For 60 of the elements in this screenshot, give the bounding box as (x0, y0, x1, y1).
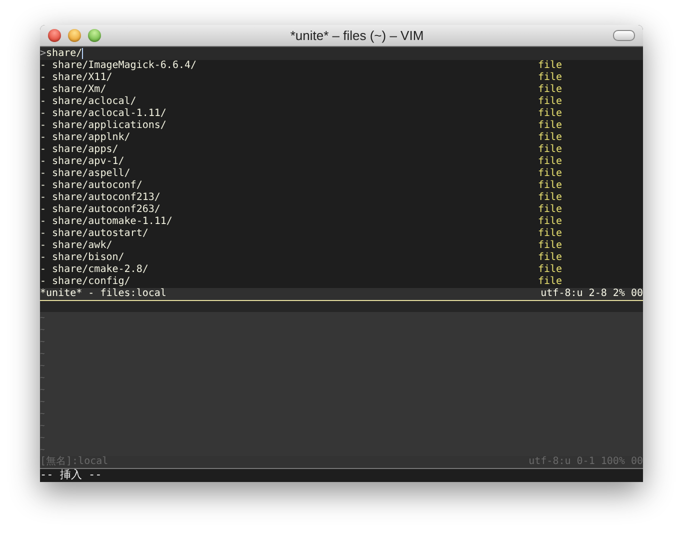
status-text: *unite* - files:local (40, 288, 166, 300)
candidate-name: - share/autoconf/ (40, 180, 144, 192)
candidate-kind: file (538, 96, 562, 108)
status-position: utf-8:u 2-8 2% 00 (540, 288, 643, 300)
prompt-input[interactable]: share/ (46, 48, 82, 60)
zoom-button[interactable] (88, 29, 101, 42)
candidate-kind: file (538, 120, 562, 132)
tilde-marker: ~ (40, 324, 46, 336)
prompt-marker: > (40, 48, 46, 60)
candidate-kind: file (538, 180, 562, 192)
candidate-name: - share/aclocal/ (40, 96, 138, 108)
tilde-marker: ~ (40, 360, 46, 372)
minimize-button[interactable] (68, 29, 81, 42)
candidate-kind: file (538, 84, 562, 96)
toolbar-toggle-button[interactable] (613, 30, 635, 41)
candidate-name: - share/ImageMagick-6.6.4/ (40, 60, 198, 72)
tilde-marker: ~ (40, 348, 46, 360)
candidate-kind: file (538, 264, 562, 276)
tilde-marker: ~ (40, 372, 46, 384)
candidate-kind: file (538, 276, 562, 288)
candidate-kind: file (538, 156, 562, 168)
candidate-name: - share/applnk/ (40, 132, 132, 144)
candidate-kind: file (538, 252, 562, 264)
candidate-name: - share/awk/ (40, 240, 114, 252)
candidate-kind: file (538, 168, 562, 180)
candidate-kind: file (538, 240, 562, 252)
candidate-name: - share/apv-1/ (40, 156, 126, 168)
candidate-name: - share/aspell/ (40, 168, 132, 180)
candidate-name: - share/X11/ (40, 72, 114, 84)
candidate-kind: file (538, 144, 562, 156)
tilde-marker: ~ (40, 408, 46, 420)
candidate-name: - share/bison/ (40, 252, 126, 264)
tilde-marker: ~ (40, 444, 46, 456)
candidate-kind: file (538, 204, 562, 216)
candidate-kind: file (538, 132, 562, 144)
candidate-name: - share/applications/ (40, 120, 168, 132)
candidate-name: - share/apps/ (40, 144, 120, 156)
tilde-marker: ~ (40, 432, 46, 444)
tilde-marker: ~ (40, 336, 46, 348)
candidate-kind: file (538, 60, 562, 72)
candidate-name: - share/autoconf213/ (40, 192, 162, 204)
text-cursor (82, 48, 84, 59)
candidate-name: - share/config/ (40, 276, 132, 288)
tilde-marker: ~ (40, 420, 46, 432)
candidate-kind: file (538, 108, 562, 120)
tilde-marker: ~ (40, 396, 46, 408)
window-title: *unite* – files (~) – VIM (289, 30, 425, 42)
candidate-name: - share/aclocal-1.11/ (40, 108, 168, 120)
candidate-kind: file (538, 192, 562, 204)
candidate-kind: file (538, 72, 562, 84)
candidate-name: - share/automake-1.11/ (40, 216, 174, 228)
candidate-name: - share/cmake-2.8/ (40, 264, 150, 276)
candidate-kind: file (538, 228, 562, 240)
candidate-name: - share/autoconf263/ (40, 204, 162, 216)
tilde-marker: ~ (40, 384, 46, 396)
candidate-name: - share/autostart/ (40, 228, 150, 240)
close-button[interactable] (48, 29, 61, 42)
candidate-kind: file (538, 216, 562, 228)
tilde-marker: ~ (40, 312, 46, 324)
candidate-name: - share/Xm/ (40, 84, 108, 96)
